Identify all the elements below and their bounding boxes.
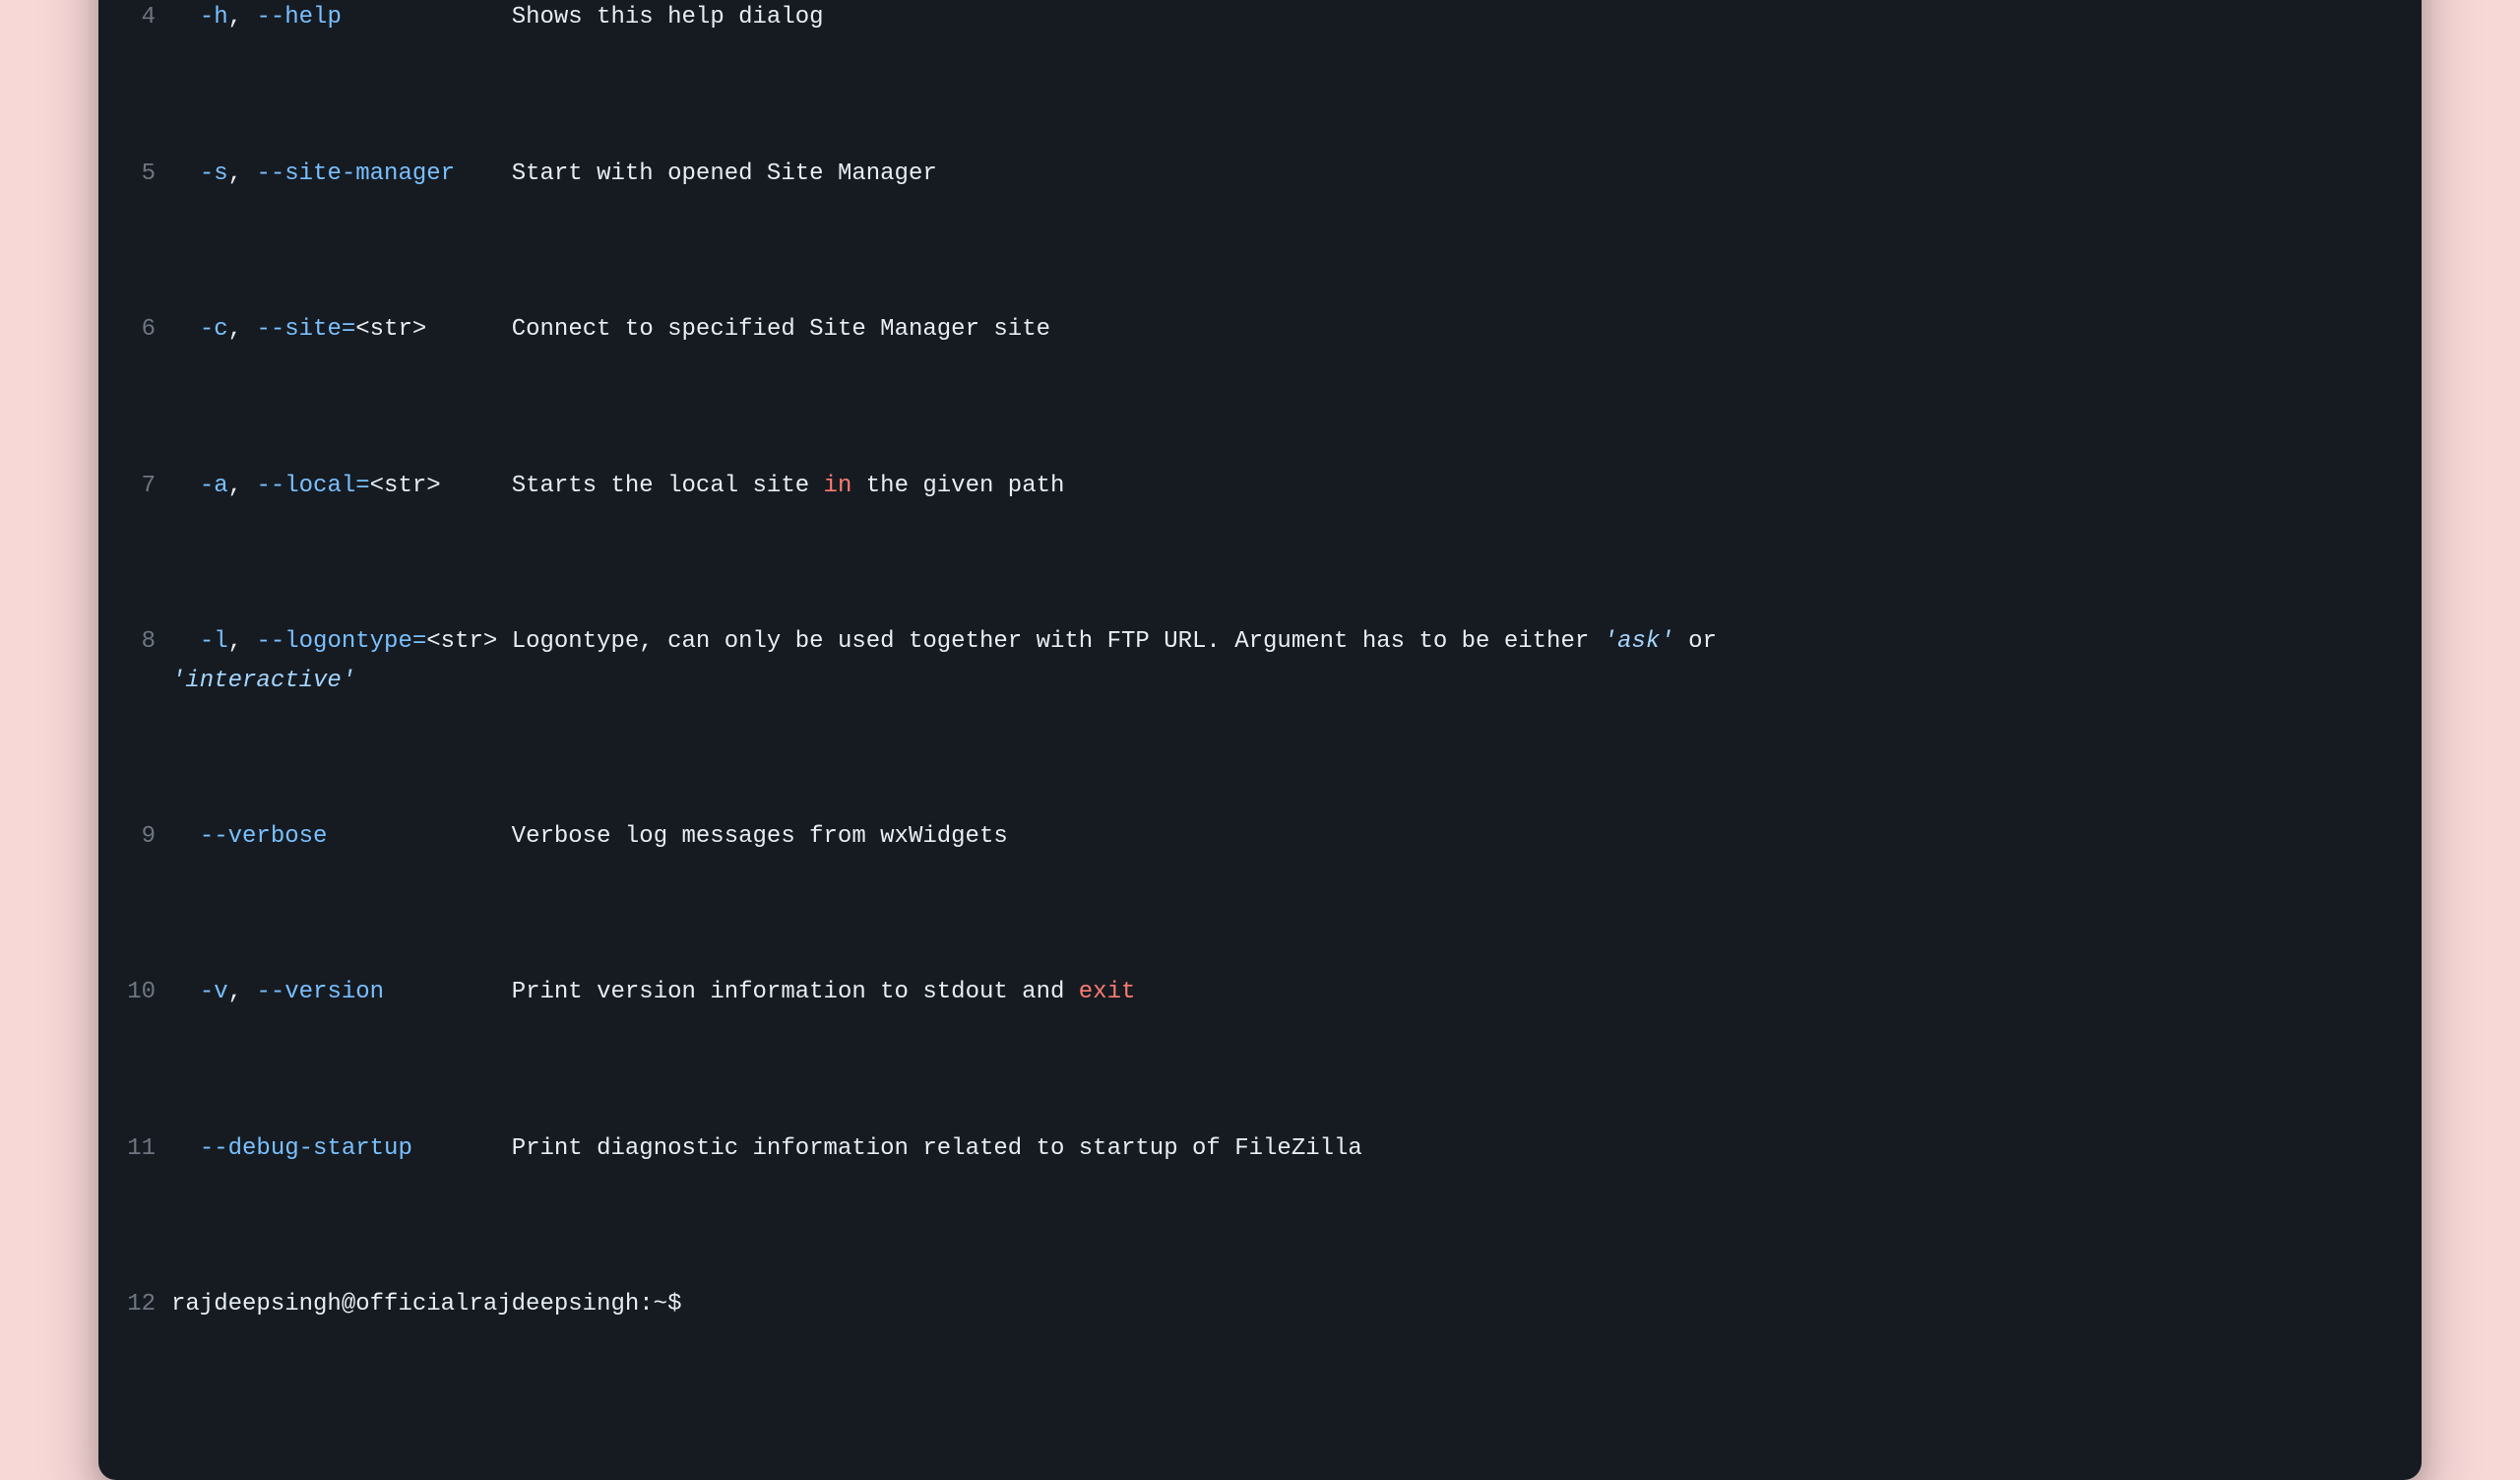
string-literal: 'ask': [1604, 628, 1674, 655]
option-desc: Verbose log messages from wxWidgets: [512, 823, 1008, 850]
line-content: -v, --version Print version information …: [171, 973, 1135, 1012]
string-literal: 'interactive': [171, 668, 355, 694]
option-flag: -l: [200, 628, 228, 655]
terminal-line: 7 -a, --local=<str> Starts the local sit…: [126, 467, 2394, 506]
terminal-window: 1 rajdeepsingh@officialrajdeepsingh:~$ f…: [98, 0, 2422, 1480]
line-content: -l, --logontype=<str> Logontype, can onl…: [171, 622, 1731, 700]
option-flag: --debug-startup: [200, 1135, 412, 1162]
option-flag: -v: [200, 979, 228, 1005]
line-number: 5: [126, 155, 171, 194]
option-desc: Shows this help dialog: [512, 4, 824, 31]
keyword: exit: [1079, 979, 1136, 1005]
option-flag: --site=: [256, 316, 355, 343]
option-flag: --local=: [256, 473, 369, 499]
line-content: rajdeepsingh@officialrajdeepsingh:~$: [171, 1285, 696, 1324]
line-number: 9: [126, 817, 171, 857]
line-number: 10: [126, 973, 171, 1012]
option-desc: Print diagnostic information related to …: [512, 1135, 1362, 1162]
option-flag: -s: [200, 161, 228, 187]
line-number: 7: [126, 467, 171, 506]
keyword: in: [824, 473, 852, 499]
option-flag: --help: [256, 4, 341, 31]
line-number: 11: [126, 1129, 171, 1169]
option-flag: --logontype=: [256, 628, 426, 655]
terminal-line: 8 -l, --logontype=<str> Logontype, can o…: [126, 622, 2394, 700]
terminal-line: 4 -h, --help Shows this help dialog: [126, 0, 2394, 37]
terminal-output: 1 rajdeepsingh@officialrajdeepsingh:~$ f…: [126, 0, 2394, 1441]
line-number: 12: [126, 1285, 171, 1324]
terminal-line: 6 -c, --site=<str> Connect to specified …: [126, 310, 2394, 350]
option-flag: --verbose: [200, 823, 328, 850]
line-content: -s, --site-manager Start with opened Sit…: [171, 155, 937, 194]
option-flag: --site-manager: [256, 161, 455, 187]
option-flag: -c: [200, 316, 228, 343]
terminal-line: 9 --verbose Verbose log messages from wx…: [126, 817, 2394, 857]
terminal-line: 5 -s, --site-manager Start with opened S…: [126, 155, 2394, 194]
line-number: 8: [126, 622, 171, 700]
terminal-line: 11 --debug-startup Print diagnostic info…: [126, 1129, 2394, 1169]
shell-prompt: rajdeepsingh@officialrajdeepsingh:~$: [171, 1291, 696, 1318]
line-number: 4: [126, 0, 171, 37]
option-flag: --version: [256, 979, 384, 1005]
line-content: --debug-startup Print diagnostic informa…: [171, 1129, 1362, 1169]
terminal-line: 12 rajdeepsingh@officialrajdeepsingh:~$: [126, 1285, 2394, 1324]
option-flag: -a: [200, 473, 228, 499]
line-content: --verbose Verbose log messages from wxWi…: [171, 817, 1008, 857]
line-content: -a, --local=<str> Starts the local site …: [171, 467, 1064, 506]
line-content: -c, --site=<str> Connect to specified Si…: [171, 310, 1050, 350]
line-content: -h, --help Shows this help dialog: [171, 0, 824, 37]
terminal-line: 10 -v, --version Print version informati…: [126, 973, 2394, 1012]
line-number: 6: [126, 310, 171, 350]
option-desc: Start with opened Site Manager: [512, 161, 937, 187]
option-flag: -h: [200, 4, 228, 31]
option-desc: Connect to specified Site Manager site: [512, 316, 1050, 343]
